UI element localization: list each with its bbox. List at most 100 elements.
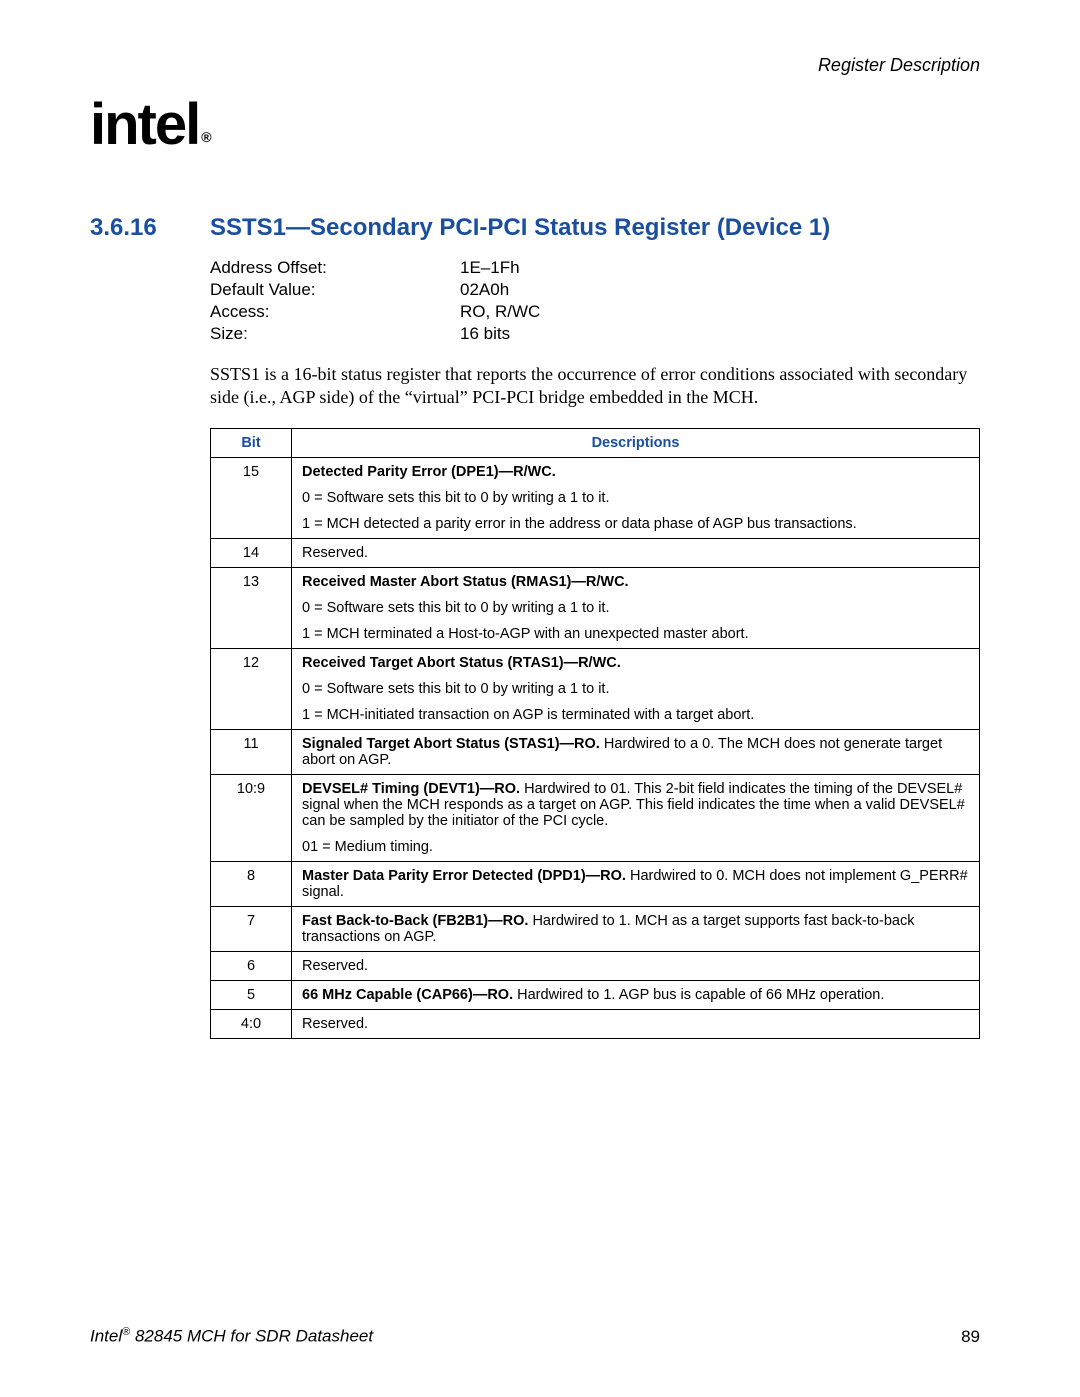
desc-bold: Master Data Parity Error Detected (DPD1)…: [302, 868, 626, 884]
desc-bold: Received Master Abort Status (RMAS1)—R/W…: [302, 574, 629, 590]
section-heading: 3.6.16 SSTS1—Secondary PCI-PCI Status Re…: [90, 214, 980, 242]
desc-cell: Received Target Abort Status (RTAS1)—R/W…: [292, 649, 980, 730]
desc-line: 66 MHz Capable (CAP66)—RO. Hardwired to …: [302, 987, 969, 1003]
desc-line: 0 = Software sets this bit to 0 by writi…: [302, 490, 969, 506]
attr-value: 1E–1Fh: [460, 257, 520, 279]
logo-text: intel: [90, 92, 199, 157]
desc-bold: Detected Parity Error (DPE1)—R/WC.: [302, 464, 556, 480]
desc-line: Reserved.: [302, 1016, 969, 1032]
desc-text: 0 = Software sets this bit to 0 by writi…: [302, 681, 609, 697]
bit-cell: 15: [211, 458, 292, 539]
desc-cell: Master Data Parity Error Detected (DPD1)…: [292, 862, 980, 907]
attr-value: 16 bits: [460, 323, 510, 345]
table-row: 15 Detected Parity Error (DPE1)—R/WC. 0 = …: [211, 458, 980, 539]
desc-line: Master Data Parity Error Detected (DPD1)…: [302, 868, 969, 900]
desc-cell: DEVSEL# Timing (DEVT1)—RO. Hardwired to …: [292, 775, 980, 862]
bit-cell: 12: [211, 649, 292, 730]
desc-text: Hardwired to 1. AGP bus is capable of 66…: [513, 987, 884, 1003]
desc-line: Reserved.: [302, 958, 969, 974]
description-paragraph: SSTS1 is a 16-bit status register that r…: [210, 363, 980, 408]
desc-cell: Reserved.: [292, 1010, 980, 1039]
section-title: SSTS1—Secondary PCI-PCI Status Register …: [210, 214, 830, 242]
desc-line: Reserved.: [302, 545, 969, 561]
desc-cell: Received Master Abort Status (RMAS1)—R/W…: [292, 568, 980, 649]
desc-line: 0 = Software sets this bit to 0 by writi…: [302, 681, 969, 697]
section-number: 3.6.16: [90, 214, 210, 242]
desc-text: 1 = MCH detected a parity error in the a…: [302, 516, 857, 532]
content-block: Address Offset: 1E–1Fh Default Value: 02…: [210, 257, 980, 1039]
bit-cell: 6: [211, 952, 292, 981]
attr-label: Address Offset:: [210, 257, 460, 279]
footer-rest: 82845 MCH for SDR Datasheet: [130, 1327, 373, 1346]
desc-line: Signaled Target Abort Status (STAS1)—RO.…: [302, 736, 969, 768]
desc-text: 0 = Software sets this bit to 0 by writi…: [302, 490, 609, 506]
bit-description-table: Bit Descriptions 15 Detected Parity Error…: [210, 428, 980, 1039]
desc-cell: Reserved.: [292, 952, 980, 981]
attr-value: RO, R/WC: [460, 301, 540, 323]
attr-label: Default Value:: [210, 279, 460, 301]
desc-cell: Signaled Target Abort Status (STAS1)—RO.…: [292, 730, 980, 775]
desc-line: 1 = MCH detected a parity error in the a…: [302, 516, 969, 532]
table-row: 4:0 Reserved.: [211, 1010, 980, 1039]
table-row: 10:9DEVSEL# Timing (DEVT1)—RO. Hardwired…: [211, 775, 980, 862]
desc-bold: Fast Back-to-Back (FB2B1)—RO.: [302, 913, 528, 929]
desc-bold: Received Target Abort Status (RTAS1)—R/W…: [302, 655, 621, 671]
desc-text: 01 = Medium timing.: [302, 839, 433, 855]
footer-title: Intel® 82845 MCH for SDR Datasheet: [90, 1326, 373, 1347]
bit-cell: 11: [211, 730, 292, 775]
desc-text: Reserved.: [302, 958, 368, 974]
desc-text: Reserved.: [302, 1016, 368, 1032]
desc-line: Received Target Abort Status (RTAS1)—R/W…: [302, 655, 969, 671]
attr-value: 02A0h: [460, 279, 509, 301]
page: Register Description intel® 3.6.16 SSTS1…: [0, 0, 1080, 1397]
desc-text: 1 = MCH-initiated transaction on AGP is …: [302, 707, 754, 723]
attr-row: Address Offset: 1E–1Fh: [210, 257, 980, 279]
desc-text: Reserved.: [302, 545, 368, 561]
desc-line: 01 = Medium timing.: [302, 839, 969, 855]
page-number: 89: [961, 1327, 980, 1347]
attr-row: Access: RO, R/WC: [210, 301, 980, 323]
bit-cell: 4:0: [211, 1010, 292, 1039]
running-header: Register Description: [90, 55, 980, 76]
desc-cell: Reserved.: [292, 539, 980, 568]
desc-line: Fast Back-to-Back (FB2B1)—RO. Hardwired …: [302, 913, 969, 945]
col-header-desc: Descriptions: [292, 429, 980, 458]
registered-icon: ®: [201, 129, 209, 145]
page-footer: Intel® 82845 MCH for SDR Datasheet 89: [90, 1326, 980, 1347]
desc-text: 1 = MCH terminated a Host-to-AGP with an…: [302, 626, 749, 642]
table-header-row: Bit Descriptions: [211, 429, 980, 458]
bit-cell: 13: [211, 568, 292, 649]
bit-cell: 10:9: [211, 775, 292, 862]
table-row: 11 Signaled Target Abort Status (STAS1)—R…: [211, 730, 980, 775]
footer-prefix: Intel: [90, 1327, 122, 1346]
desc-text: 0 = Software sets this bit to 0 by writi…: [302, 600, 609, 616]
bit-cell: 8: [211, 862, 292, 907]
table-row: 12 Received Target Abort Status (RTAS1)—R…: [211, 649, 980, 730]
desc-bold: DEVSEL# Timing (DEVT1)—RO.: [302, 781, 520, 797]
attr-label: Access:: [210, 301, 460, 323]
col-header-bit: Bit: [211, 429, 292, 458]
attr-label: Size:: [210, 323, 460, 345]
desc-line: Detected Parity Error (DPE1)—R/WC.: [302, 464, 969, 480]
table-row: 8 Master Data Parity Error Detected (DPD1…: [211, 862, 980, 907]
desc-line: 0 = Software sets this bit to 0 by writi…: [302, 600, 969, 616]
attribute-list: Address Offset: 1E–1Fh Default Value: 02…: [210, 257, 980, 345]
bit-cell: 5: [211, 981, 292, 1010]
desc-line: 1 = MCH-initiated transaction on AGP is …: [302, 707, 969, 723]
desc-line: DEVSEL# Timing (DEVT1)—RO. Hardwired to …: [302, 781, 969, 829]
table-row: 6 Reserved.: [211, 952, 980, 981]
desc-cell: 66 MHz Capable (CAP66)—RO. Hardwired to …: [292, 981, 980, 1010]
attr-row: Default Value: 02A0h: [210, 279, 980, 301]
intel-logo: intel®: [90, 96, 208, 154]
desc-cell: Fast Back-to-Back (FB2B1)—RO. Hardwired …: [292, 907, 980, 952]
table-row: 5 66 MHz Capable (CAP66)—RO. Hardwired to…: [211, 981, 980, 1010]
desc-line: Received Master Abort Status (RMAS1)—R/W…: [302, 574, 969, 590]
bit-cell: 7: [211, 907, 292, 952]
desc-bold: Signaled Target Abort Status (STAS1)—RO.: [302, 736, 600, 752]
table-row: 14 Reserved.: [211, 539, 980, 568]
attr-row: Size: 16 bits: [210, 323, 980, 345]
table-row: 13 Received Master Abort Status (RMAS1)—R…: [211, 568, 980, 649]
table-row: 7 Fast Back-to-Back (FB2B1)—RO. Hardwired…: [211, 907, 980, 952]
desc-bold: 66 MHz Capable (CAP66)—RO.: [302, 987, 513, 1003]
bit-cell: 14: [211, 539, 292, 568]
